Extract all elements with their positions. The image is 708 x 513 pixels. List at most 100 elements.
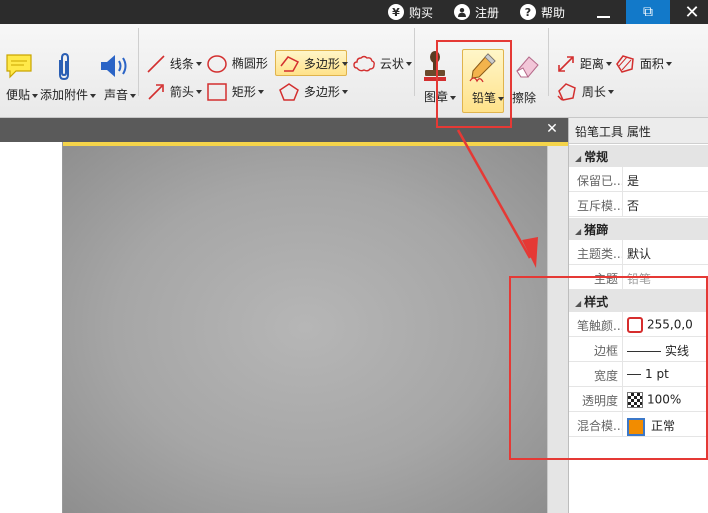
color-swatch [627, 317, 643, 333]
property-name: 边框 [569, 337, 623, 362]
perimeter-button[interactable]: 周长 [556, 82, 614, 102]
area-icon [616, 55, 634, 73]
panel-title: 铅笔工具 属性 [569, 118, 708, 144]
area-button[interactable]: 面积 [614, 54, 672, 74]
page-top-highlight [63, 142, 568, 146]
property-value[interactable]: 否 [624, 192, 708, 217]
line-button[interactable]: 线条 [146, 54, 202, 74]
sticky-note-icon [6, 54, 32, 79]
width-value: 1 pt [645, 367, 669, 381]
border-value: 实线 [665, 344, 690, 358]
distance-label: 距离 [580, 57, 612, 71]
polygon-button[interactable]: 多边形 [278, 82, 348, 102]
property-name: 互斥模... [569, 192, 623, 217]
section-style-label: 样式 [584, 295, 609, 309]
ribbon-toolbar: 便贴 添加附件 声音 线条 椭圆形 多边形 云状 箭头 矩形 多边形 图章 铅笔… [0, 24, 708, 118]
property-name: 保留已... [569, 167, 623, 192]
pencil-label: 铅笔 [472, 89, 504, 106]
yen-icon: ¥ [388, 4, 404, 20]
document-tab-bar [0, 118, 568, 142]
vertical-scrollbar[interactable] [547, 142, 568, 513]
section-general-label: 常规 [584, 150, 609, 164]
sound-label: 声音 [104, 86, 136, 103]
section-style[interactable]: 样式 [569, 290, 708, 312]
property-row-opacity[interactable]: 透明度 100% [569, 387, 708, 412]
close-document-button[interactable]: ✕ [544, 121, 560, 137]
help-label: 帮助 [541, 5, 566, 20]
rectangle-label: 矩形 [232, 85, 264, 99]
ellipse-label: 椭圆形 [231, 56, 268, 71]
cloud-button[interactable]: 云状 [352, 54, 412, 74]
opacity-checker-icon [627, 392, 643, 408]
blend-value: 正常 [651, 419, 676, 433]
polygon-line-icon [280, 56, 300, 72]
ellipse-button[interactable]: 椭圆形 [206, 54, 268, 74]
register-button[interactable]: 注册 [454, 0, 499, 24]
distance-icon [558, 56, 574, 72]
document-canvas[interactable] [0, 142, 568, 513]
solid-line-icon [627, 351, 661, 352]
arrow-label: 箭头 [170, 85, 202, 99]
restore-button[interactable]: ⧉ [626, 0, 670, 24]
page-thumbnail-area [0, 142, 63, 513]
property-row-width[interactable]: 宽度 1 pt [569, 362, 708, 387]
distance-button[interactable]: 距离 [556, 54, 612, 74]
property-row-mutual[interactable]: 互斥模... 否 [569, 192, 708, 217]
property-row-border[interactable]: 边框 实线 [569, 337, 708, 362]
paperclip-icon [59, 52, 69, 81]
line-icon [147, 55, 165, 73]
document-page[interactable] [63, 142, 547, 513]
property-row-subject-type[interactable]: 主题类... 默认 [569, 240, 708, 265]
polygon-icon [279, 83, 299, 101]
sticky-note-label: 便贴 [6, 86, 38, 103]
section-general[interactable]: 常规 [569, 145, 708, 167]
minimize-icon [596, 16, 610, 18]
property-name: 主题类... [569, 240, 623, 265]
stamp-icon [424, 51, 446, 81]
properties-panel: 铅笔工具 属性 常规 保留已... 是 互斥模... 否 猪蹄 主题类... 默… [568, 118, 708, 513]
buy-button[interactable]: ¥ 购买 [388, 0, 433, 24]
property-name: 主题 [569, 265, 623, 290]
property-value[interactable]: 正常 [624, 412, 708, 437]
property-value[interactable]: 默认 [624, 240, 708, 265]
property-row-subject[interactable]: 主题 铅笔 [569, 265, 708, 290]
minimize-button[interactable] [588, 0, 618, 24]
close-icon: ✕ [546, 121, 558, 137]
opacity-value: 100% [647, 392, 682, 407]
section-pencil[interactable]: 猪蹄 [569, 218, 708, 240]
blend-mode-icon [627, 417, 645, 436]
register-label: 注册 [475, 5, 500, 20]
speaker-icon [101, 55, 127, 77]
eraser-icon [516, 56, 539, 78]
rectangle-button[interactable]: 矩形 [206, 82, 264, 102]
property-row-blend[interactable]: 混合模... 正常 [569, 412, 708, 437]
polygon-line-label: 多边形 [304, 57, 348, 71]
property-value[interactable]: 255,0,0 [624, 312, 708, 337]
help-button[interactable]: ? 帮助 [520, 0, 565, 24]
pencil-icon [469, 53, 496, 83]
attach-file-label: 添加附件 [40, 86, 96, 103]
property-value[interactable]: 是 [624, 167, 708, 192]
property-name: 宽度 [569, 362, 623, 387]
property-value[interactable]: 1 pt [624, 362, 708, 387]
property-value[interactable]: 铅笔 [624, 265, 708, 290]
property-name: 混合模... [569, 412, 623, 437]
property-row-keep-selected[interactable]: 保留已... 是 [569, 167, 708, 192]
close-window-button[interactable]: ✕ [676, 0, 708, 24]
ribbon-separator [414, 28, 415, 96]
property-name: 透明度 [569, 387, 623, 412]
stroke-color-value: 255,0,0 [647, 317, 693, 332]
property-value[interactable]: 实线 [624, 337, 708, 362]
arrow-button[interactable]: 箭头 [146, 82, 202, 102]
property-row-stroke-color[interactable]: 笔触颜... 255,0,0 [569, 312, 708, 337]
section-pencil-label: 猪蹄 [584, 223, 609, 237]
restore-icon: ⧉ [643, 4, 653, 20]
polygon-label: 多边形 [304, 85, 348, 99]
arrow-icon [148, 84, 164, 100]
property-value[interactable]: 100% [624, 387, 708, 412]
polygon-line-button[interactable]: 多边形 [278, 54, 348, 74]
cloud-icon [353, 55, 375, 72]
line-width-icon [627, 374, 641, 375]
ellipse-icon [207, 55, 227, 73]
cloud-label: 云状 [380, 57, 412, 71]
